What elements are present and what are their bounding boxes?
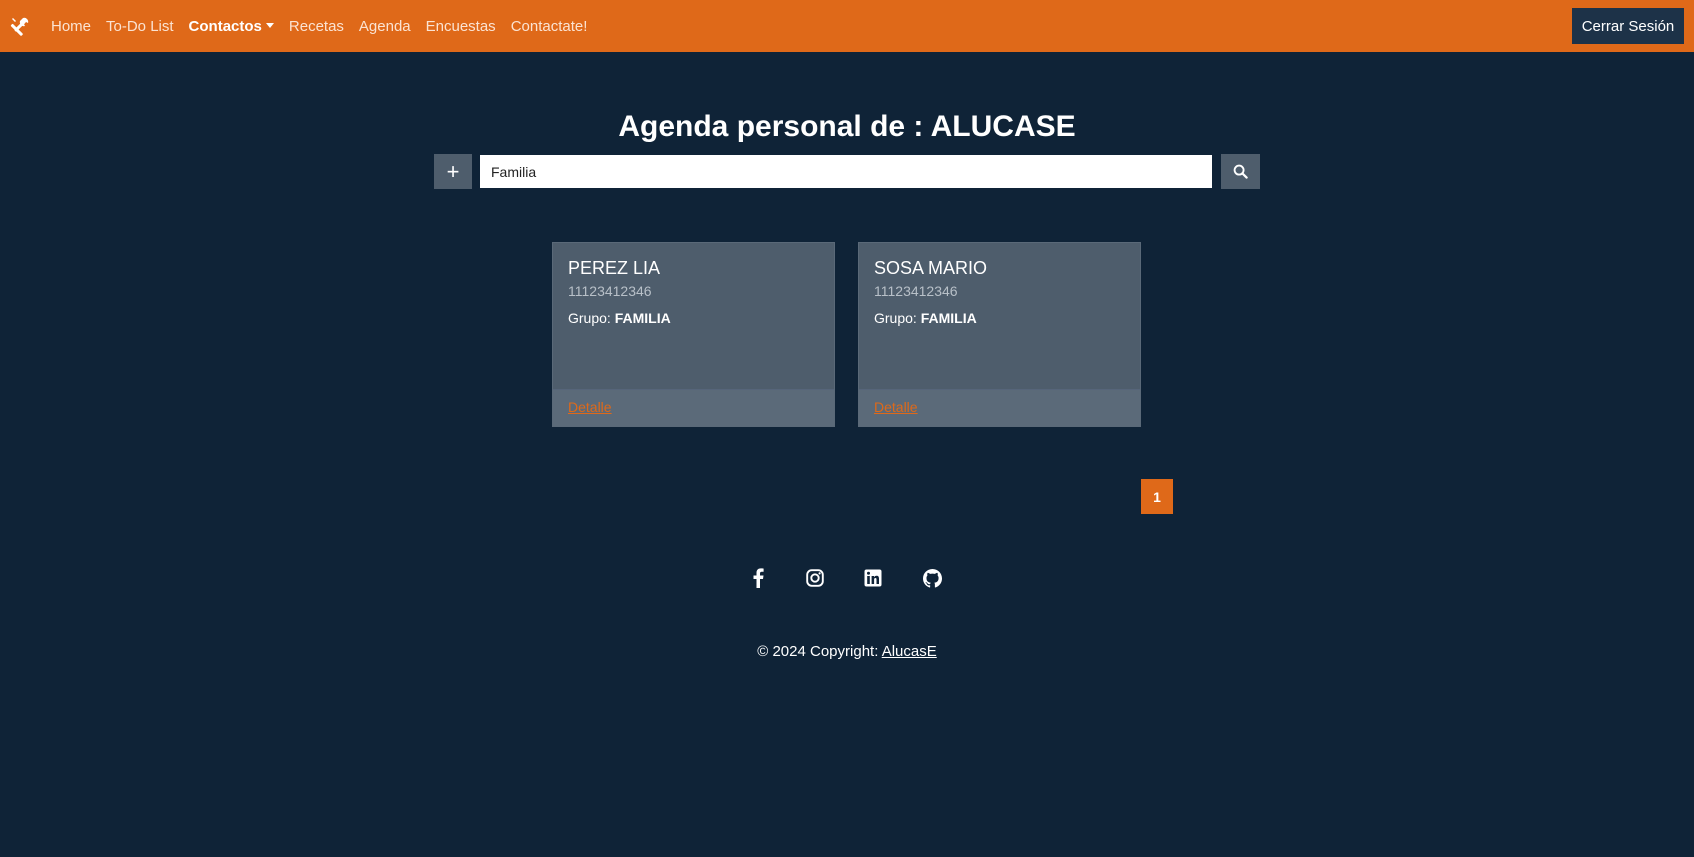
search-button[interactable] bbox=[1221, 154, 1260, 189]
pagination-page-1[interactable]: 1 bbox=[1141, 479, 1173, 514]
nav-contactos-dropdown[interactable]: Contactos bbox=[189, 18, 274, 35]
card-body: PEREZ LIA 11123412346 Grupo: FAMILIA bbox=[553, 243, 834, 389]
contact-card: SOSA MARIO 11123412346 Grupo: FAMILIA De… bbox=[858, 242, 1141, 427]
contact-phone: 11123412346 bbox=[874, 283, 958, 299]
nav-contactate[interactable]: Contactate! bbox=[511, 18, 588, 35]
group-label: Grupo: bbox=[874, 310, 917, 326]
github-icon[interactable] bbox=[921, 566, 943, 590]
logout-button[interactable]: Cerrar Sesión bbox=[1572, 8, 1684, 44]
group-label: Grupo: bbox=[568, 310, 611, 326]
group-value: FAMILIA bbox=[614, 310, 671, 326]
contact-group: Grupo: FAMILIA bbox=[874, 310, 1125, 326]
copyright-text: © 2024 Copyright: bbox=[757, 643, 882, 660]
nav-agenda[interactable]: Agenda bbox=[359, 18, 411, 35]
tools-icon[interactable] bbox=[9, 15, 31, 37]
chevron-down-icon bbox=[265, 23, 274, 29]
instagram-icon[interactable] bbox=[804, 566, 826, 590]
contact-name: SOSA MARIO bbox=[874, 258, 988, 278]
add-contact-button[interactable]: + bbox=[434, 154, 472, 189]
group-value: FAMILIA bbox=[920, 310, 977, 326]
card-footer: Detalle bbox=[553, 389, 834, 426]
page-title: Agenda personal de : ALUCASE bbox=[618, 110, 1076, 143]
linkedin-icon[interactable] bbox=[862, 566, 884, 590]
copyright: © 2024 Copyright: AlucasE bbox=[0, 643, 1694, 660]
detail-link[interactable]: Detalle bbox=[874, 399, 918, 415]
detail-link[interactable]: Detalle bbox=[568, 399, 612, 415]
nav-home[interactable]: Home bbox=[51, 18, 91, 35]
contact-card: PEREZ LIA 11123412346 Grupo: FAMILIA Det… bbox=[552, 242, 835, 427]
nav-links: Home To-Do List Contactos Recetas Agenda… bbox=[51, 18, 602, 35]
copyright-link[interactable]: AlucasE bbox=[882, 643, 937, 660]
contact-name: PEREZ LIA bbox=[568, 258, 661, 278]
facebook-icon[interactable] bbox=[748, 566, 768, 590]
nav-encuestas[interactable]: Encuestas bbox=[426, 18, 496, 35]
nav-todo-list[interactable]: To-Do List bbox=[106, 18, 174, 35]
search-icon bbox=[1233, 164, 1248, 179]
navbar: Home To-Do List Contactos Recetas Agenda… bbox=[0, 0, 1694, 52]
contact-group: Grupo: FAMILIA bbox=[568, 310, 819, 326]
card-footer: Detalle bbox=[859, 389, 1140, 426]
card-body: SOSA MARIO 11123412346 Grupo: FAMILIA bbox=[859, 243, 1140, 389]
search-input[interactable] bbox=[480, 155, 1212, 188]
nav-contactos-label: Contactos bbox=[188, 17, 262, 35]
contact-phone: 11123412346 bbox=[568, 283, 652, 299]
nav-recetas[interactable]: Recetas bbox=[289, 18, 344, 35]
